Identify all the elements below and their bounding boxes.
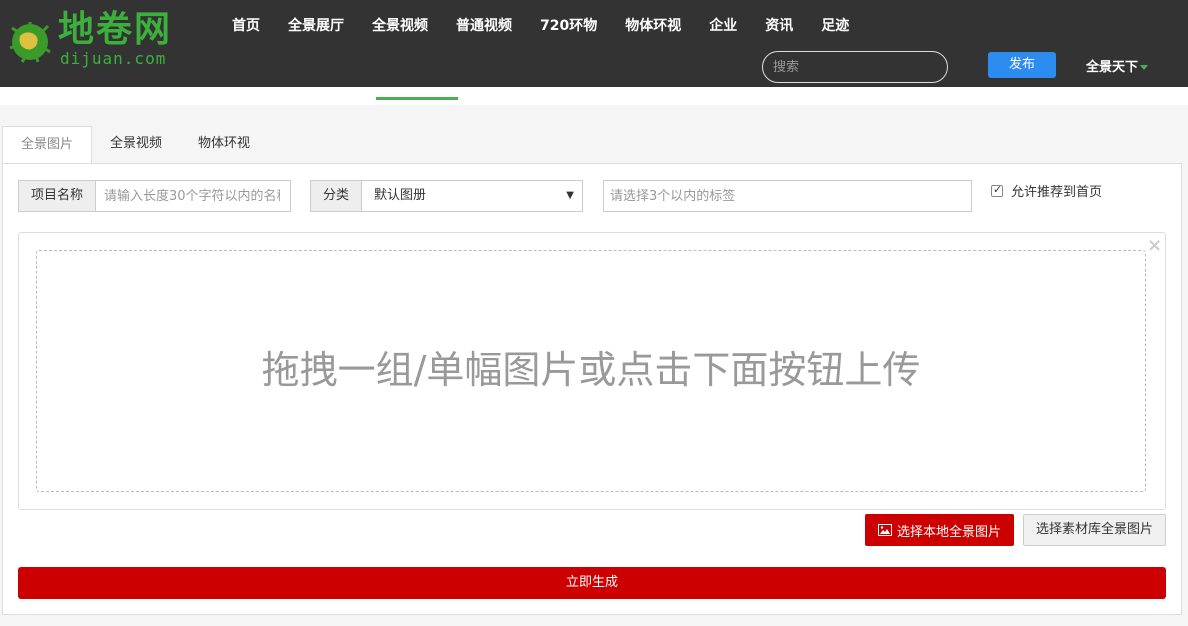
- recommend-checkbox[interactable]: [991, 183, 1003, 197]
- category-value: 默认图册: [374, 188, 427, 203]
- nav-panorama-video[interactable]: 全景视频: [372, 14, 428, 38]
- select-local-image-label: 选择本地全景图片: [896, 524, 1001, 540]
- logo-subtext: dijuan.com: [60, 49, 167, 68]
- category-group: 分类 默认图册 ▼: [310, 180, 583, 212]
- top-header: 地卷网 dijuan.com 首页 全景展厅 全景视频 普通视频 720环物 物…: [0, 0, 1188, 87]
- upload-panel: 项目名称 分类 默认图册 ▼ 允许推荐到首页 拖拽一组/单幅图片或点击下面按钮上…: [2, 163, 1182, 615]
- nav-footprints[interactable]: 足迹: [821, 14, 849, 38]
- close-icon[interactable]: ×: [1147, 237, 1162, 255]
- user-menu-label: 全景天下: [1086, 60, 1139, 75]
- globe-logo-icon: [9, 22, 51, 63]
- dropzone-hint: 拖拽一组/单幅图片或点击下面按钮上传: [261, 348, 921, 392]
- tab-object-view[interactable]: 物体环视: [180, 126, 268, 164]
- subheader-strip: [0, 87, 1188, 105]
- active-nav-indicator: [376, 97, 458, 100]
- category-select[interactable]: 默认图册 ▼: [362, 181, 582, 211]
- nav-object-view[interactable]: 物体环视: [625, 14, 681, 38]
- user-menu[interactable]: 全景天下: [1086, 56, 1149, 75]
- project-name-group: 项目名称: [18, 180, 291, 212]
- search-box: [762, 51, 948, 83]
- nav-720-objects[interactable]: 720环物: [540, 14, 597, 38]
- caret-down-icon: [1140, 65, 1149, 70]
- generate-button[interactable]: 立即生成: [18, 567, 1166, 599]
- upload-dropzone[interactable]: 拖拽一组/单幅图片或点击下面按钮上传: [36, 250, 1146, 492]
- search-input[interactable]: [763, 52, 947, 82]
- category-label: 分类: [311, 181, 363, 211]
- upload-dropzone-container: 拖拽一组/单幅图片或点击下面按钮上传 ×: [18, 232, 1166, 510]
- tab-panorama-image[interactable]: 全景图片: [2, 126, 93, 164]
- tags-input[interactable]: [603, 180, 972, 212]
- nav-news[interactable]: 资讯: [765, 14, 793, 38]
- recommend-option[interactable]: 允许推荐到首页: [991, 181, 1102, 200]
- recommend-label: 允许推荐到首页: [1011, 185, 1103, 200]
- logo-text: 地卷网: [58, 9, 173, 50]
- project-name-label: 项目名称: [19, 181, 97, 211]
- select-local-image-button[interactable]: 选择本地全景图片: [865, 514, 1014, 546]
- publish-button[interactable]: 发布: [988, 52, 1056, 78]
- main-nav: 首页 全景展厅 全景视频 普通视频 720环物 物体环视 企业 资讯 足迹: [218, 14, 863, 38]
- nav-normal-video[interactable]: 普通视频: [456, 14, 512, 38]
- nav-enterprise[interactable]: 企业: [709, 14, 737, 38]
- upload-type-tabs: 全景图片 全景视频 物体环视: [2, 126, 268, 164]
- nav-home[interactable]: 首页: [232, 14, 260, 38]
- image-icon: [877, 524, 892, 536]
- select-library-image-button[interactable]: 选择素材库全景图片: [1023, 514, 1166, 546]
- nav-panorama-hall[interactable]: 全景展厅: [288, 14, 344, 38]
- site-logo[interactable]: 地卷网 dijuan.com: [2, 8, 192, 72]
- dropdown-arrow-icon: ▼: [566, 190, 574, 201]
- project-name-input[interactable]: [96, 181, 289, 211]
- tab-panorama-video[interactable]: 全景视频: [92, 126, 180, 164]
